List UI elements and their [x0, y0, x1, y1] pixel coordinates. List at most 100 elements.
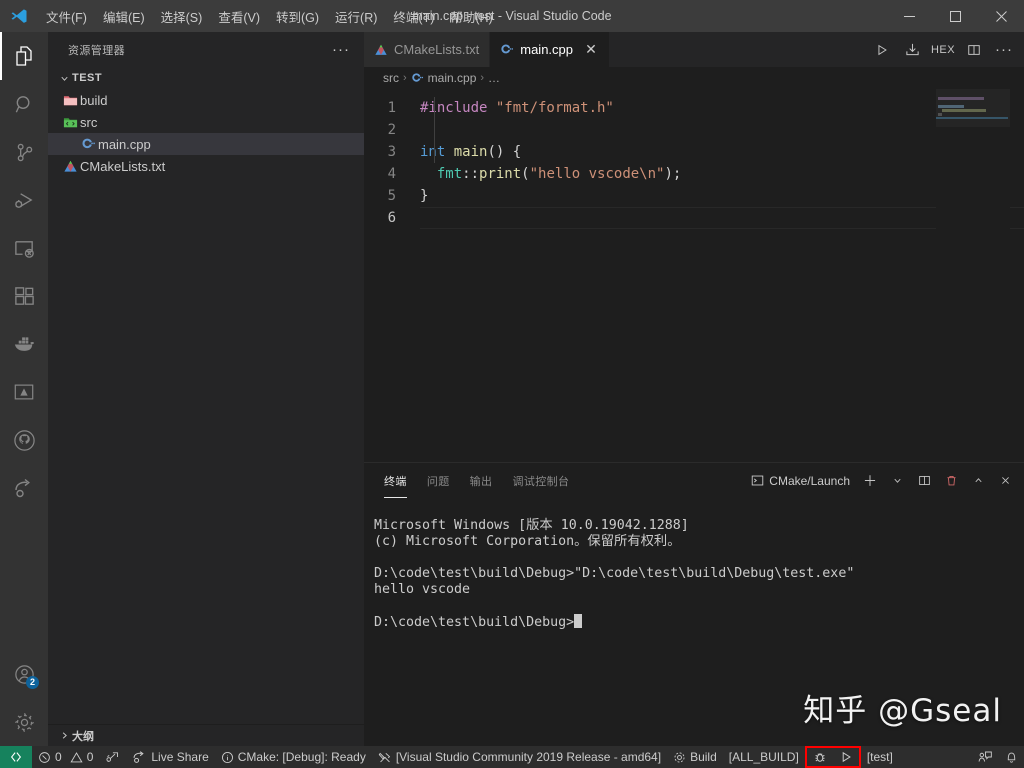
panel-tab-problems[interactable]: 问题 — [427, 463, 450, 498]
breadcrumb-separator-icon: › — [403, 72, 407, 84]
tab-main-cpp[interactable]: main.cpp ✕ — [490, 32, 610, 67]
editor-actions: HEX ··· — [868, 32, 1024, 67]
code-line-5: 5 } — [364, 185, 1024, 207]
activity-live-share[interactable] — [0, 464, 48, 512]
status-feedback[interactable] — [972, 746, 999, 768]
activity-extensions[interactable] — [0, 272, 48, 320]
panel-tab-terminal[interactable]: 终端 — [384, 463, 407, 498]
token-header-string: "fmt/format.h" — [495, 100, 614, 116]
folder-src-icon — [60, 115, 80, 130]
sidebar-outline-section[interactable]: 大纲 — [48, 724, 364, 746]
menu-terminal[interactable]: 终端(T) — [385, 0, 442, 32]
activity-search[interactable] — [0, 80, 48, 128]
activity-source-control[interactable] — [0, 128, 48, 176]
terminal-output[interactable]: Microsoft Windows [版本 10.0.19042.1288] (… — [364, 498, 1024, 746]
breadcrumb-main-cpp[interactable]: main.cpp — [411, 71, 476, 85]
vscode-logo-icon — [0, 7, 38, 25]
menu-edit[interactable]: 编辑(E) — [95, 0, 153, 32]
panel-split-terminal-button[interactable] — [911, 468, 937, 494]
panel-tab-debug-console[interactable]: 调试控制台 — [512, 463, 569, 498]
panel-terminal-dropdown-button[interactable] — [884, 468, 910, 494]
token-close-brace: } — [420, 188, 429, 204]
code-editor[interactable]: 1 #include "fmt/format.h" 2 3 int main()… — [364, 89, 1024, 462]
menu-go[interactable]: 转到(G) — [268, 0, 327, 32]
menu-run[interactable]: 运行(R) — [327, 0, 385, 32]
sidebar-more-actions-icon[interactable]: ··· — [326, 41, 356, 58]
editor-hex-button[interactable]: HEX — [928, 36, 958, 64]
status-live-share[interactable]: Live Share — [126, 746, 214, 768]
activity-run-debug[interactable] — [0, 176, 48, 224]
editor-more-button[interactable]: ··· — [990, 36, 1018, 64]
status-cmake-launch-target[interactable]: [test] — [861, 746, 899, 768]
tree-file-cmakelists[interactable]: CMakeLists.txt — [48, 155, 364, 177]
status-warning-count: 0 — [86, 750, 94, 764]
status-notifications[interactable] — [999, 746, 1024, 768]
token-open-paren: ( — [521, 166, 530, 182]
breadcrumb-symbols[interactable]: … — [488, 71, 500, 85]
status-live-share-label: Live Share — [151, 750, 209, 764]
chevron-down-icon — [56, 73, 72, 84]
code-line-content — [420, 119, 1024, 141]
status-ports[interactable] — [99, 746, 126, 768]
status-cmake-build-target[interactable]: [ALL_BUILD] — [723, 746, 805, 768]
activity-cmake[interactable] — [0, 368, 48, 416]
status-cmake-kit[interactable]: [Visual Studio Community 2019 Release - … — [372, 746, 667, 768]
status-cmake-build[interactable]: Build — [667, 746, 723, 768]
code-line-content: #include "fmt/format.h" — [420, 97, 1024, 119]
panel-new-terminal-button[interactable]: ＋ — [857, 468, 883, 494]
panel-close-button[interactable] — [992, 468, 1018, 494]
terminal-line-5: hello vscode — [374, 582, 471, 597]
menu-file[interactable]: 文件(F) — [38, 0, 95, 32]
line-number: 6 — [387, 210, 396, 226]
line-number: 1 — [387, 100, 396, 116]
terminal-line-1: Microsoft Windows [版本 10.0.19042.1288] — [374, 518, 689, 533]
status-problems[interactable]: 0 0 — [32, 746, 99, 768]
minimap[interactable] — [936, 89, 1010, 462]
indent-guide — [434, 97, 435, 163]
activity-settings[interactable] — [0, 698, 48, 746]
editor-hex-save-button[interactable] — [898, 36, 926, 64]
status-cmake-build-variant[interactable]: CMake: [Debug]: Ready — [215, 746, 372, 768]
panel-tab-output[interactable]: 输出 — [470, 463, 493, 498]
tab-cmakelists[interactable]: CMakeLists.txt — [364, 32, 491, 67]
close-button[interactable] — [978, 0, 1024, 32]
activity-remote-explorer[interactable] — [0, 224, 48, 272]
editor-split-button[interactable] — [960, 36, 988, 64]
tree-root-test[interactable]: TEST — [48, 67, 364, 89]
panel-maximize-button[interactable] — [965, 468, 991, 494]
sidebar-explorer: 资源管理器 ··· TEST build src main.cpp CMakeL… — [48, 32, 364, 746]
status-cmake-debug-button[interactable] — [807, 746, 833, 768]
breadcrumb-src[interactable]: src — [383, 71, 399, 85]
terminal-selector[interactable]: CMake/Launch — [745, 470, 856, 492]
activity-github[interactable] — [0, 416, 48, 464]
code-line-content: int main() { — [420, 141, 1024, 163]
activity-account[interactable]: 2 — [0, 650, 48, 698]
tab-close-icon[interactable]: ✕ — [583, 41, 599, 58]
tree-folder-build[interactable]: build — [48, 89, 364, 111]
panel-actions: CMake/Launch ＋ — [745, 468, 1024, 494]
menu-selection[interactable]: 选择(S) — [153, 0, 211, 32]
activity-docker[interactable] — [0, 320, 48, 368]
menu-view[interactable]: 查看(V) — [210, 0, 268, 32]
code-line-1: 1 #include "fmt/format.h" — [364, 97, 1024, 119]
maximize-button[interactable] — [932, 0, 978, 32]
tree-root-label: TEST — [72, 72, 103, 84]
status-remote-indicator[interactable] — [0, 746, 32, 768]
status-cmake-launch-button[interactable] — [833, 746, 859, 768]
panel-kill-terminal-button[interactable] — [938, 468, 964, 494]
activity-explorer[interactable] — [0, 32, 48, 80]
editor-run-button[interactable] — [868, 36, 896, 64]
minimize-button[interactable] — [886, 0, 932, 32]
menu-help[interactable]: 帮助(H) — [442, 0, 500, 32]
minimap-slider[interactable] — [936, 89, 1010, 127]
token-paren-brace: () { — [487, 144, 522, 160]
token-fmt: fmt — [436, 166, 463, 182]
activity-bar: 2 — [0, 32, 48, 746]
token-hello-string: "hello vscode\n" — [529, 166, 665, 182]
tree-folder-src[interactable]: src — [48, 111, 364, 133]
vscode-window: 文件(F) 编辑(E) 选择(S) 查看(V) 转到(G) 运行(R) 终端(T… — [0, 0, 1024, 768]
terminal-line-4: D:\code\test\build\Debug>"D:\code\test\b… — [374, 566, 855, 581]
editor-vertical-scrollbar[interactable] — [1010, 89, 1024, 462]
tree-file-main-cpp[interactable]: main.cpp — [48, 133, 364, 155]
